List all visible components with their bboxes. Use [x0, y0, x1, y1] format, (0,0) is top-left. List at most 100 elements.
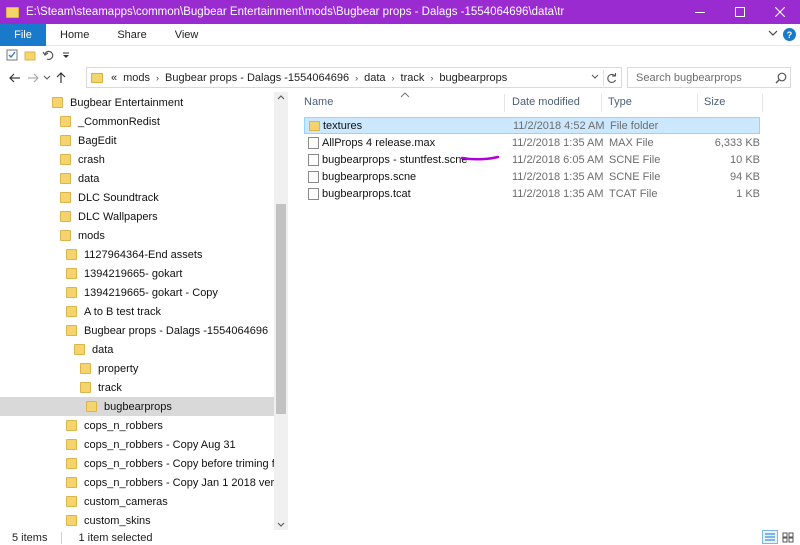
folder-icon [66, 477, 77, 488]
status-bar: 5 items 1 item selected [0, 530, 800, 545]
refresh-button[interactable] [603, 70, 619, 86]
tree-item[interactable]: cops_n_robbers [0, 416, 274, 435]
tree-item[interactable]: cops_n_robbers - Copy Jan 1 2018 version [0, 473, 288, 492]
column-divider[interactable] [504, 94, 505, 112]
chevron-down-icon[interactable] [768, 29, 778, 37]
tree-item[interactable]: Bugbear props - Dalags -1554064696 [0, 321, 274, 340]
scrollbar-thumb[interactable] [276, 204, 286, 414]
file-name: bugbearprops.scne [322, 170, 417, 183]
column-divider[interactable] [697, 94, 698, 112]
breadcrumb-separator-icon[interactable]: › [430, 73, 433, 83]
folder-icon [74, 344, 85, 355]
breadcrumb-separator-icon[interactable]: › [392, 73, 395, 83]
tree-item[interactable]: 1127964364-End assets [0, 245, 274, 264]
column-divider[interactable] [762, 94, 763, 112]
folder-icon [309, 120, 320, 131]
tree-item[interactable]: bugbearprops [0, 397, 274, 416]
file-date: 11/2/2018 4:52 AM [513, 119, 605, 132]
tree-item[interactable]: custom_cameras [0, 492, 274, 511]
tree-item[interactable]: cops_n_robbers - Copy Aug 31 [0, 435, 274, 454]
file-row[interactable]: bugbearprops - stuntfest.scne 11/2/2018 6… [304, 151, 760, 168]
tree-item[interactable]: _CommonRedist [0, 112, 274, 131]
tree-item[interactable]: DLC Wallpapers [0, 207, 274, 226]
up-button[interactable] [52, 68, 70, 88]
tree-item[interactable]: cops_n_robbers - Copy before triming fil… [0, 454, 288, 473]
file-name: AllProps 4 release.max [322, 136, 436, 149]
chevron-up-icon[interactable] [277, 94, 285, 100]
folder-icon [66, 439, 77, 450]
breadcrumb-track[interactable]: track [401, 72, 425, 84]
tree-item-label: 1394219665- gokart [84, 267, 183, 280]
tree-item-label: cops_n_robbers - Copy Jan 1 2018 version [84, 476, 288, 489]
tree-item[interactable]: Bugbear Entertainment [0, 93, 274, 112]
tree-item-label: cops_n_robbers - Copy Aug 31 [84, 438, 236, 451]
tree-item[interactable]: 1394219665- gokart [0, 264, 274, 283]
tree-item[interactable]: DLC Soundtrack [0, 188, 274, 207]
breadcrumb-overflow[interactable]: « [111, 72, 117, 84]
chevron-down-icon[interactable] [277, 522, 285, 528]
tree-item[interactable]: crash [0, 150, 274, 169]
back-button[interactable] [6, 68, 24, 88]
navigation-pane: Bugbear Entertainment _CommonRedist BagEdi… [0, 92, 288, 530]
breadcrumb-mods[interactable]: mods [123, 72, 150, 84]
search-input[interactable]: Search bugbearprops [627, 67, 791, 88]
recent-locations-button[interactable] [42, 68, 52, 88]
folder-icon [66, 249, 77, 260]
file-row[interactable]: bugbearprops.tcat 11/2/2018 1:35 AM TCAT F… [304, 185, 760, 202]
file-type: SCNE File [609, 170, 661, 183]
address-bar[interactable]: « mods › Bugbear props - Dalags -1554064… [86, 67, 622, 88]
large-icons-view-button[interactable] [780, 530, 796, 544]
help-icon[interactable]: ? [783, 28, 796, 41]
tree-item[interactable]: 1394219665- gokart - Copy [0, 283, 274, 302]
breadcrumb-data[interactable]: data [364, 72, 385, 84]
column-header-date[interactable]: Date modified [512, 96, 580, 110]
tree-item[interactable]: data [0, 169, 274, 188]
minimize-icon [695, 12, 705, 13]
tab-view[interactable]: View [161, 29, 213, 41]
file-type: MAX File [609, 136, 654, 149]
chevron-down-icon[interactable] [591, 74, 599, 80]
breadcrumb-separator-icon[interactable]: › [156, 73, 159, 83]
minimize-button[interactable] [680, 0, 720, 24]
tab-file[interactable]: File [0, 23, 46, 46]
tree-item[interactable]: property [0, 359, 274, 378]
column-header-name[interactable]: Name [304, 96, 333, 110]
column-header-type[interactable]: Type [608, 96, 632, 110]
file-row[interactable]: textures 11/2/2018 4:52 AM File folder [304, 117, 760, 134]
tree-item[interactable]: mods [0, 226, 274, 245]
tree-item[interactable]: track [0, 378, 274, 397]
customize-toolbar-icon[interactable] [60, 49, 72, 61]
details-view-button[interactable] [762, 530, 778, 544]
breadcrumb-bugbear-props[interactable]: Bugbear props - Dalags -1554064696 [165, 72, 349, 84]
maximize-icon [735, 7, 745, 17]
tree-item-label: mods [78, 229, 105, 242]
tree-item[interactable]: A to B test track [0, 302, 274, 321]
new-folder-icon[interactable] [24, 49, 36, 61]
undo-icon[interactable] [42, 49, 54, 61]
folder-icon [6, 6, 19, 18]
breadcrumb-separator-icon[interactable]: › [355, 73, 358, 83]
folder-icon [60, 192, 71, 203]
maximize-button[interactable] [720, 0, 760, 24]
tab-share[interactable]: Share [103, 29, 160, 41]
tree-item[interactable]: data [0, 340, 274, 359]
folder-icon [52, 97, 63, 108]
nav-scrollbar[interactable] [274, 92, 288, 530]
folder-icon [66, 268, 77, 279]
tree-item[interactable]: BagEdit [0, 131, 274, 150]
breadcrumb-bugbearprops[interactable]: bugbearprops [439, 72, 507, 84]
forward-button[interactable] [24, 68, 42, 88]
file-row[interactable]: AllProps 4 release.max 11/2/2018 1:35 AM M… [304, 134, 760, 151]
search-icon[interactable] [775, 72, 787, 84]
tab-home[interactable]: Home [46, 29, 103, 41]
file-date: 11/2/2018 1:35 AM [512, 136, 604, 149]
tree-item-label: property [98, 362, 139, 375]
column-header-size[interactable]: Size [704, 96, 725, 110]
properties-icon[interactable] [6, 49, 18, 61]
close-button[interactable] [760, 0, 800, 24]
file-row[interactable]: bugbearprops.scne 11/2/2018 1:35 AM SCNE F… [304, 168, 760, 185]
column-divider[interactable] [601, 94, 602, 112]
tree-item[interactable]: custom_skins [0, 511, 274, 530]
arrow-up-icon [56, 72, 66, 83]
folder-icon [66, 496, 77, 507]
